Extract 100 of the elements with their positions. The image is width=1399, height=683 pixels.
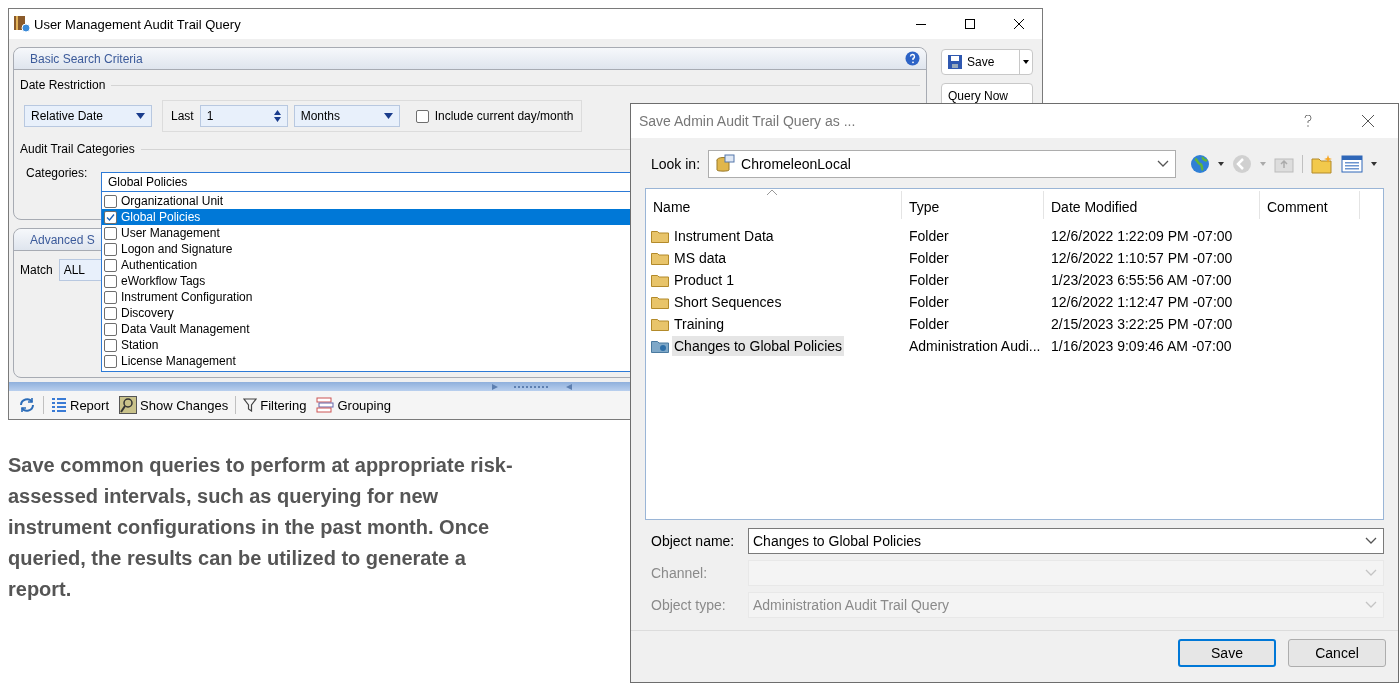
column-header[interactable]: Name — [646, 191, 902, 219]
database-icon — [715, 154, 736, 174]
file-name: Product 1 — [673, 271, 735, 290]
dialog-button[interactable]: Cancel — [1288, 639, 1386, 667]
field-label: Object type: — [651, 597, 727, 613]
folder-icon — [651, 295, 669, 309]
up-folder-icon — [1274, 155, 1295, 173]
column-header[interactable]: Type — [902, 191, 1044, 219]
column-header[interactable]: Comment — [1260, 191, 1360, 219]
grouping-icon — [316, 397, 335, 413]
close-icon[interactable] — [1014, 19, 1024, 29]
look-in-label: Look in: — [651, 156, 701, 172]
folder-icon — [651, 273, 669, 287]
file-row[interactable]: MS data Folder 12/6/2022 1:10:57 PM -07:00 — [646, 247, 1383, 269]
look-in-combo[interactable]: ChromeleonLocal — [708, 150, 1177, 178]
view-menu-icon[interactable] — [1341, 155, 1364, 173]
file-date: 2/15/2023 3:22:25 PM -07:00 — [1050, 316, 1234, 332]
spinner-arrows-icon — [273, 110, 281, 122]
column-header[interactable]: Date Modified — [1044, 191, 1260, 219]
checkbox[interactable] — [104, 242, 117, 256]
date-mode-dropdown[interactable]: Relative Date — [24, 105, 152, 127]
file-name: Short Sequences — [673, 293, 783, 312]
combo-field[interactable] — [748, 560, 1384, 586]
file-row[interactable]: Instrument Data Folder 12/6/2022 1:22:09 PM -07:00 — [646, 225, 1383, 247]
sort-caret-icon — [766, 189, 778, 196]
dialog-title: Save Admin Audit Trail Query as ... — [639, 113, 857, 129]
file-row[interactable]: Changes to Global Policies Administration Audi... 1/16/2023 9:09:46 AM -07:00 — [646, 335, 1383, 357]
file-row[interactable]: Training Folder 2/15/2023 3:22:25 PM -07:00 — [646, 313, 1383, 335]
file-name: Instrument Data — [673, 227, 775, 246]
file-date: 12/6/2022 1:10:57 PM -07:00 — [1050, 250, 1234, 266]
dialog-button[interactable]: Save — [1178, 639, 1276, 667]
magnifier-document-icon — [119, 396, 138, 414]
maximize-icon[interactable] — [965, 19, 975, 29]
file-row[interactable]: Product 1 Folder 1/23/2023 6:55:56 AM -07:00 — [646, 269, 1383, 291]
globe-icon[interactable] — [1190, 154, 1211, 174]
toolbar-button[interactable]: Grouping — [313, 395, 394, 415]
app-icon — [13, 15, 31, 33]
checkbox[interactable] — [104, 194, 117, 208]
toolbar-button[interactable]: Show Changes — [116, 394, 232, 416]
file-date: 12/6/2022 1:22:09 PM -07:00 — [1050, 228, 1234, 244]
field-label: Object name: — [651, 533, 736, 549]
toolbar-button[interactable]: Filtering — [240, 395, 310, 415]
grip-icon — [492, 383, 572, 390]
dropdown-arrow-icon[interactable] — [1218, 162, 1225, 166]
file-date: 1/16/2023 9:09:46 AM -07:00 — [1050, 338, 1233, 354]
field-label: Channel: — [651, 565, 709, 581]
window-title: User Management Audit Trail Query — [34, 16, 242, 32]
last-label: Last — [171, 109, 194, 123]
folder-icon — [651, 229, 669, 243]
file-date: 12/6/2022 1:12:47 PM -07:00 — [1050, 294, 1234, 310]
toolbar-button[interactable]: Report — [48, 395, 113, 415]
caption-text: Save common queries to perform at appropriate risk-assessed intervals, such as querying for new instrument configurations in the past month. Once queried, the results can be utilized to generate a report. — [8, 453, 513, 602]
checkbox[interactable] — [104, 322, 117, 336]
query-folder-icon — [651, 339, 669, 353]
file-type: Folder — [908, 250, 950, 266]
include-current-checkbox[interactable]: Include current day/month — [415, 109, 574, 123]
chevron-down-icon — [1365, 537, 1377, 545]
checkbox[interactable] — [104, 354, 117, 368]
file-name: Training — [673, 315, 726, 334]
folder-icon — [651, 317, 669, 331]
chevron-down-icon — [1365, 569, 1377, 577]
categories-label: Categories: — [26, 166, 88, 180]
dropdown-arrow-icon — [136, 113, 145, 119]
close-icon[interactable] — [1362, 115, 1374, 127]
help-icon[interactable] — [905, 51, 920, 66]
minimize-icon[interactable] — [916, 23, 926, 25]
dropdown-arrow-icon — [383, 113, 393, 119]
panel-title: Advanced S — [30, 232, 95, 247]
report-list-icon — [51, 397, 67, 413]
chevron-down-icon — [1365, 601, 1377, 609]
checkbox[interactable] — [104, 258, 117, 272]
checkbox[interactable] — [104, 210, 117, 224]
unit-dropdown[interactable]: Months — [293, 105, 400, 127]
group-label: Date Restriction — [20, 78, 106, 92]
dropdown-arrow-icon — [1260, 162, 1267, 166]
file-type: Folder — [908, 316, 950, 332]
file-name: MS data — [673, 249, 728, 268]
checkbox[interactable] — [104, 306, 117, 320]
file-row[interactable]: Short Sequences Folder 12/6/2022 1:12:47 PM -07:00 — [646, 291, 1383, 313]
filter-icon — [243, 398, 258, 412]
file-type: Folder — [908, 228, 950, 244]
file-name: Changes to Global Policies — [672, 336, 845, 356]
file-type: Folder — [908, 294, 950, 310]
file-type: Folder — [908, 272, 950, 288]
back-icon — [1232, 154, 1253, 174]
dropdown-arrow-icon[interactable] — [1371, 162, 1378, 166]
help-icon[interactable] — [1304, 115, 1312, 127]
checkbox[interactable] — [104, 338, 117, 352]
refresh-icon — [18, 396, 36, 414]
number-spinner[interactable]: 1 — [199, 105, 288, 127]
match-label: Match — [20, 263, 53, 277]
group-label: Audit Trail Categories — [20, 142, 135, 156]
checkbox[interactable] — [104, 290, 117, 304]
panel-title: Basic Search Criteria — [30, 51, 143, 66]
chevron-down-icon — [1157, 160, 1170, 168]
checkbox[interactable] — [104, 274, 117, 288]
checkbox[interactable] — [104, 226, 117, 240]
save-split-button[interactable]: Save — [941, 49, 1033, 75]
combo-field[interactable]: Changes to Global Policies — [748, 528, 1384, 554]
file-type: Administration Audi... — [908, 338, 1042, 354]
